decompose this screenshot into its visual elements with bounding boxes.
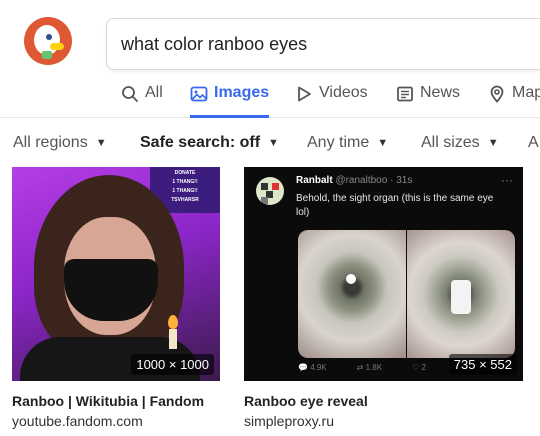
more-icon: ··· bbox=[501, 173, 513, 187]
search-icon bbox=[122, 86, 138, 102]
filter-time[interactable]: Any time ▼ bbox=[307, 134, 388, 152]
image-text: 1 THANG!! bbox=[172, 179, 198, 185]
chevron-down-icon: ▼ bbox=[377, 137, 389, 149]
duckduckgo-logo[interactable] bbox=[24, 17, 72, 65]
duck-eye bbox=[46, 34, 52, 40]
result-source-1[interactable]: youtube.fandom.com bbox=[12, 413, 143, 429]
play-icon bbox=[298, 86, 311, 102]
like-count: ♡ 2 bbox=[412, 363, 426, 372]
retweet-count-value: 1.8K bbox=[365, 363, 383, 372]
filter-time-label: Any time bbox=[307, 134, 370, 151]
image-text: DONATE bbox=[174, 170, 196, 176]
image-dimensions-badge: 735 × 552 bbox=[448, 354, 517, 375]
image-dimensions-badge: 1000 × 1000 bbox=[131, 354, 214, 375]
tweet-name: Ranbalt bbox=[296, 175, 333, 186]
result-source-2[interactable]: simpleproxy.ru bbox=[244, 413, 334, 429]
tweet-text: Behold, the sight organ (this is the sam… bbox=[296, 193, 494, 218]
tab-videos[interactable]: Videos bbox=[295, 84, 368, 118]
chevron-down-icon: ▼ bbox=[95, 137, 107, 149]
filter-regions-label: All regions bbox=[13, 134, 88, 151]
filter-regions[interactable]: All regions ▼ bbox=[13, 134, 107, 152]
candle bbox=[169, 329, 177, 349]
eye-glint bbox=[346, 274, 356, 284]
filter-bar: All regions ▼ Safe search: off ▼ Any tim… bbox=[0, 130, 540, 158]
candle-flame bbox=[168, 315, 178, 329]
result-image-2[interactable]: Ranbalt @ranaltboo · 31s ··· Behold, the… bbox=[244, 167, 523, 381]
map-pin-icon bbox=[490, 85, 504, 103]
eye-photo-left bbox=[298, 230, 406, 358]
duck-beak bbox=[50, 43, 64, 50]
chevron-down-icon: ▼ bbox=[487, 137, 499, 149]
filter-safe-search[interactable]: Safe search: off ▼ bbox=[140, 134, 279, 152]
tweet-avatar bbox=[256, 177, 284, 205]
like-count-value: 2 bbox=[421, 363, 426, 372]
reply-count-value: 4.9K bbox=[310, 363, 327, 372]
filter-safe-search-label: Safe search: off bbox=[140, 134, 261, 151]
chevron-down-icon: ▼ bbox=[268, 137, 279, 149]
search-box[interactable]: what color ranboo eyes bbox=[106, 18, 540, 70]
image-icon bbox=[190, 86, 208, 102]
filter-more-label: A bbox=[528, 134, 539, 151]
search-tabs: All Images Videos News Maps bbox=[0, 84, 540, 118]
filter-more[interactable]: A bbox=[528, 134, 539, 152]
tab-all[interactable]: All bbox=[121, 84, 163, 118]
tab-images-label: Images bbox=[214, 84, 270, 101]
tab-maps[interactable]: Maps bbox=[488, 84, 540, 118]
tab-news[interactable]: News bbox=[396, 84, 460, 118]
result-image-1[interactable]: DONATE 1 THANG!! 1 THANG!! TSVHARSR 1000… bbox=[12, 167, 220, 381]
tweet-handle: @ranaltboo · 31s bbox=[335, 175, 413, 186]
eye-photo-right bbox=[407, 230, 515, 358]
duck-tie bbox=[42, 51, 52, 59]
filter-sizes[interactable]: All sizes ▼ bbox=[421, 134, 499, 152]
tab-maps-label: Maps bbox=[512, 84, 540, 101]
search-input[interactable]: what color ranboo eyes bbox=[121, 34, 307, 55]
result-title-1[interactable]: Ranboo | Wikitubia | Fandom bbox=[12, 393, 204, 409]
tab-all-label: All bbox=[145, 84, 163, 101]
tab-images[interactable]: Images bbox=[190, 84, 270, 118]
eye-glint bbox=[451, 280, 471, 314]
filter-sizes-label: All sizes bbox=[421, 134, 480, 151]
reply-count: 💬 4.9K bbox=[298, 363, 327, 372]
newspaper-icon bbox=[397, 86, 413, 102]
tweet-author: Ranbalt @ranaltboo · 31s bbox=[296, 175, 412, 186]
image-text: 1 THANG!! bbox=[172, 188, 198, 194]
header: what color ranboo eyes All Images Videos… bbox=[0, 0, 540, 118]
result-title-2[interactable]: Ranboo eye reveal bbox=[244, 393, 368, 409]
tab-news-label: News bbox=[420, 84, 461, 101]
tab-videos-label: Videos bbox=[319, 84, 368, 101]
retweet-count: ⇄ 1.8K bbox=[356, 363, 383, 372]
